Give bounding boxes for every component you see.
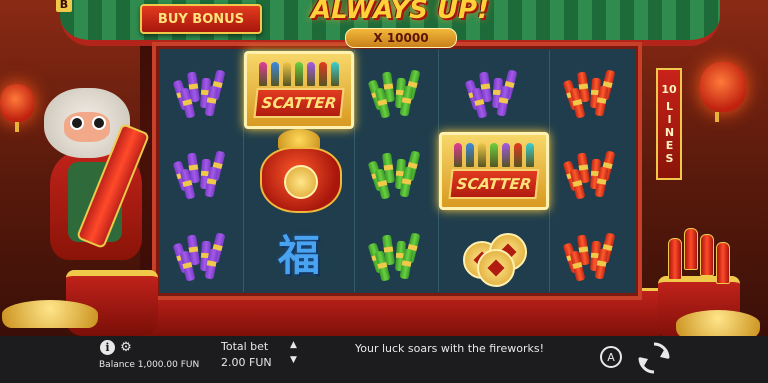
reel-cell [550,50,634,129]
firecracker-green-symbol [367,147,426,200]
firecracker-purple-symbol [172,229,231,282]
gold-ingots-right [676,310,760,338]
balance-text: Balance 1,000.00 FUN [99,360,200,370]
spin-button[interactable] [636,340,672,376]
reel-cell: SCATTER [244,50,355,129]
lines-label: LINES [663,99,676,165]
buy-bonus-button[interactable]: BUY BONUS [140,4,262,34]
fu-character-symbol: 福 [277,231,320,280]
bet-increase-icon[interactable]: ▲ [290,340,297,350]
lantern-icon [700,62,746,122]
reel-cell [355,129,439,213]
reel-cell [160,213,244,292]
scatter-symbol: SCATTER [439,132,549,210]
lucky-bag-symbol [256,129,342,213]
reel-cell [355,213,439,292]
firecracker-red-symbol [562,229,621,282]
reel-cell [160,129,244,213]
scatter-symbol: SCATTER [244,50,354,129]
firecracker-purple-symbol [172,66,231,119]
status-message: Your luck soars with the fireworks! [355,342,544,355]
firecracker-green-symbol [367,66,426,119]
dragon-mascot [30,88,160,278]
reel-grid: SCATTER SCATTER 福 [160,50,634,292]
max-win-multiplier: X 10000 [345,28,457,48]
reel-cell [244,129,355,213]
lines-banner: 10 LINES [656,68,682,180]
reels-frame: SCATTER SCATTER 福 [152,42,642,300]
brand-badge: B [56,0,72,12]
firecracker-purple-symbol [172,147,231,200]
reel-cell: 福 [244,213,355,292]
reel-cell [355,50,439,129]
reel-cell [550,213,634,292]
reel-cell: SCATTER [439,129,550,213]
rocket-icon [668,238,682,280]
game-title: ALWAYS UP! [311,0,489,25]
rocket-icon [684,228,698,270]
reel-cell [439,213,550,292]
gold-ingots-left [2,300,98,328]
game-stage: SCATTER SCATTER 福 ALWAYS UP! X 10000 BUY B… [0,0,768,383]
reel-cell [550,129,634,213]
total-bet-value: 2.00 FUN [221,356,272,369]
autoplay-button[interactable]: A [600,346,622,368]
firecracker-green-symbol [367,229,426,282]
gold-coins-symbol [459,223,529,287]
lines-count: 10 [661,82,677,96]
scatter-label: SCATTER [253,87,345,118]
firecracker-red-symbol [562,147,621,200]
rocket-icon [716,242,730,284]
firecracker-purple-symbol [464,66,523,119]
firework-rockets-right [668,228,732,284]
lantern-icon [0,84,34,132]
reel-cell [160,50,244,129]
scatter-label: SCATTER [448,169,540,199]
firecracker-red-symbol [562,66,621,119]
bet-decrease-icon[interactable]: ▼ [290,355,297,365]
gear-icon[interactable]: ⚙ [119,340,133,355]
total-bet-label: Total bet [221,340,269,353]
info-icon[interactable]: i [100,340,115,355]
reel-cell [439,50,550,129]
rocket-icon [700,234,714,276]
